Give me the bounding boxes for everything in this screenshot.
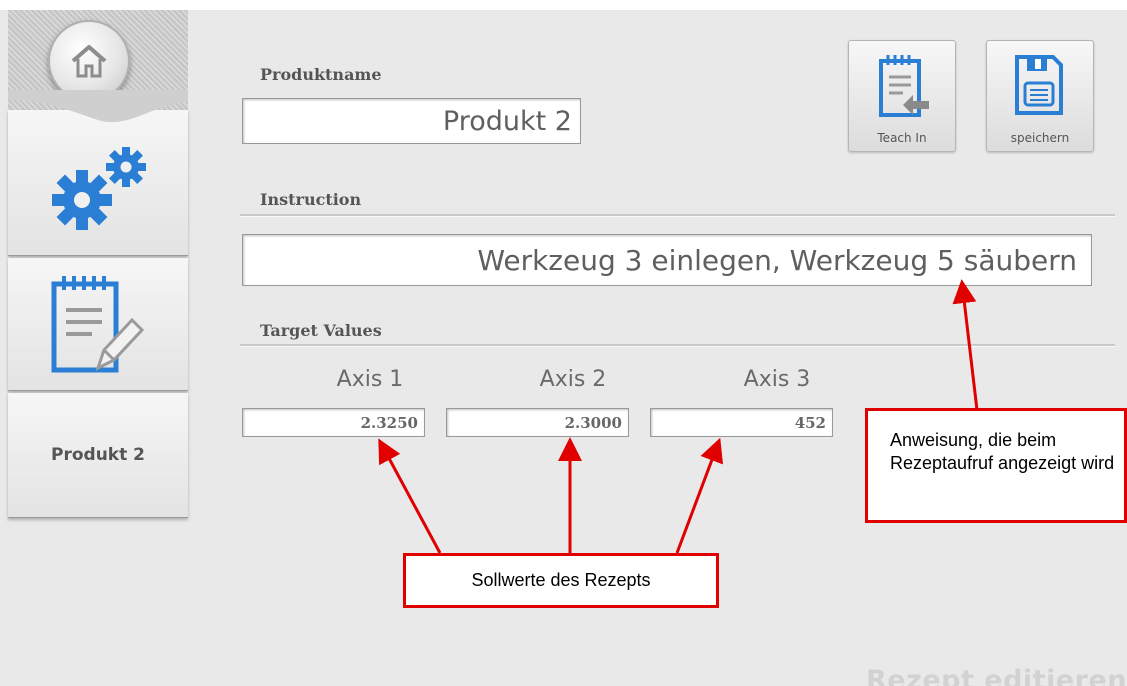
instruction-value: Werkzeug 3 einlegen, Werkzeug 5 säubern xyxy=(477,243,1077,277)
gears-icon xyxy=(52,147,146,230)
page-title: Rezept editieren xyxy=(866,665,1127,686)
save-icon xyxy=(1015,55,1063,115)
instruction-label: Instruction xyxy=(260,190,362,209)
instruction-divider xyxy=(240,214,1115,217)
save-button[interactable]: speichern xyxy=(986,40,1094,152)
sidebar-product-label: Produkt 2 xyxy=(51,445,145,465)
target-values-label: Target Values xyxy=(260,321,382,340)
instruction-callout-text: Anweisung, die beim Rezeptaufruf angezei… xyxy=(890,430,1115,473)
product-name-value: Produkt 2 xyxy=(442,105,572,137)
axis-3-input[interactable]: 452 xyxy=(650,408,833,437)
axis-1-input[interactable]: 2.3250 xyxy=(242,408,425,437)
axis-2-value: 2.3000 xyxy=(564,413,622,432)
teach-in-button[interactable]: Teach In xyxy=(848,40,956,152)
target-values-callout-text: Sollwerte des Rezepts xyxy=(471,570,651,590)
teach-in-icon xyxy=(879,55,929,117)
target-values-divider xyxy=(240,344,1115,347)
product-name-field[interactable]: Produkt 2 xyxy=(242,98,581,144)
recipe-edit-icon xyxy=(51,276,145,373)
teach-in-label: Teach In xyxy=(877,131,927,145)
sidebar-item-product[interactable]: Produkt 2 xyxy=(8,393,188,518)
sidebar-wave xyxy=(8,90,188,123)
save-label: speichern xyxy=(1010,131,1070,145)
instruction-callout: Anweisung, die beim Rezeptaufruf angezei… xyxy=(865,408,1127,523)
axis-1-value: 2.3250 xyxy=(360,413,418,432)
sidebar: Produkt 2 xyxy=(0,10,190,686)
axis-2-input[interactable]: 2.3000 xyxy=(446,408,629,437)
axis-3-label: Axis 3 xyxy=(743,367,811,392)
axis-2-label: Axis 2 xyxy=(539,367,607,392)
product-name-label: Produktname xyxy=(260,65,382,84)
target-values-callout: Sollwerte des Rezepts xyxy=(403,553,719,608)
axis-1-label: Axis 1 xyxy=(336,367,404,392)
home-icon xyxy=(71,45,107,78)
axis-3-value: 452 xyxy=(794,413,826,432)
sidebar-item-settings[interactable] xyxy=(8,110,188,256)
instruction-field[interactable]: Werkzeug 3 einlegen, Werkzeug 5 säubern xyxy=(242,234,1092,286)
sidebar-item-recipe-edit[interactable] xyxy=(8,258,188,391)
